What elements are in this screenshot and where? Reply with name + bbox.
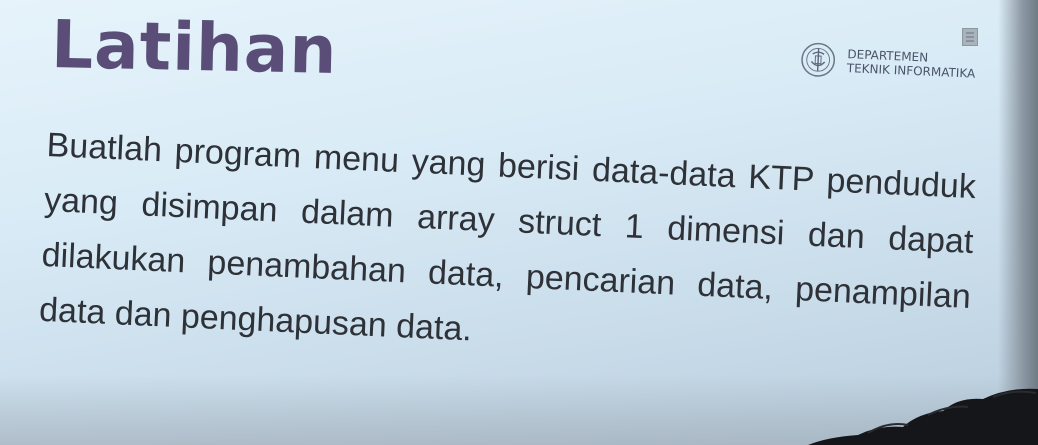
department-name: DEPARTEMEN TEKNIK INFORMATIKA (847, 47, 977, 81)
foreground-hair-silhouette (808, 388, 1038, 445)
slide-title: Latihan (50, 6, 339, 89)
its-emblem-icon (801, 42, 836, 77)
exercise-description: Buatlah program menu yang berisi data-da… (38, 125, 977, 349)
department-logo: DEPARTEMEN TEKNIK INFORMATIKA (798, 40, 976, 86)
slide-corner-marker-icon (962, 28, 978, 46)
